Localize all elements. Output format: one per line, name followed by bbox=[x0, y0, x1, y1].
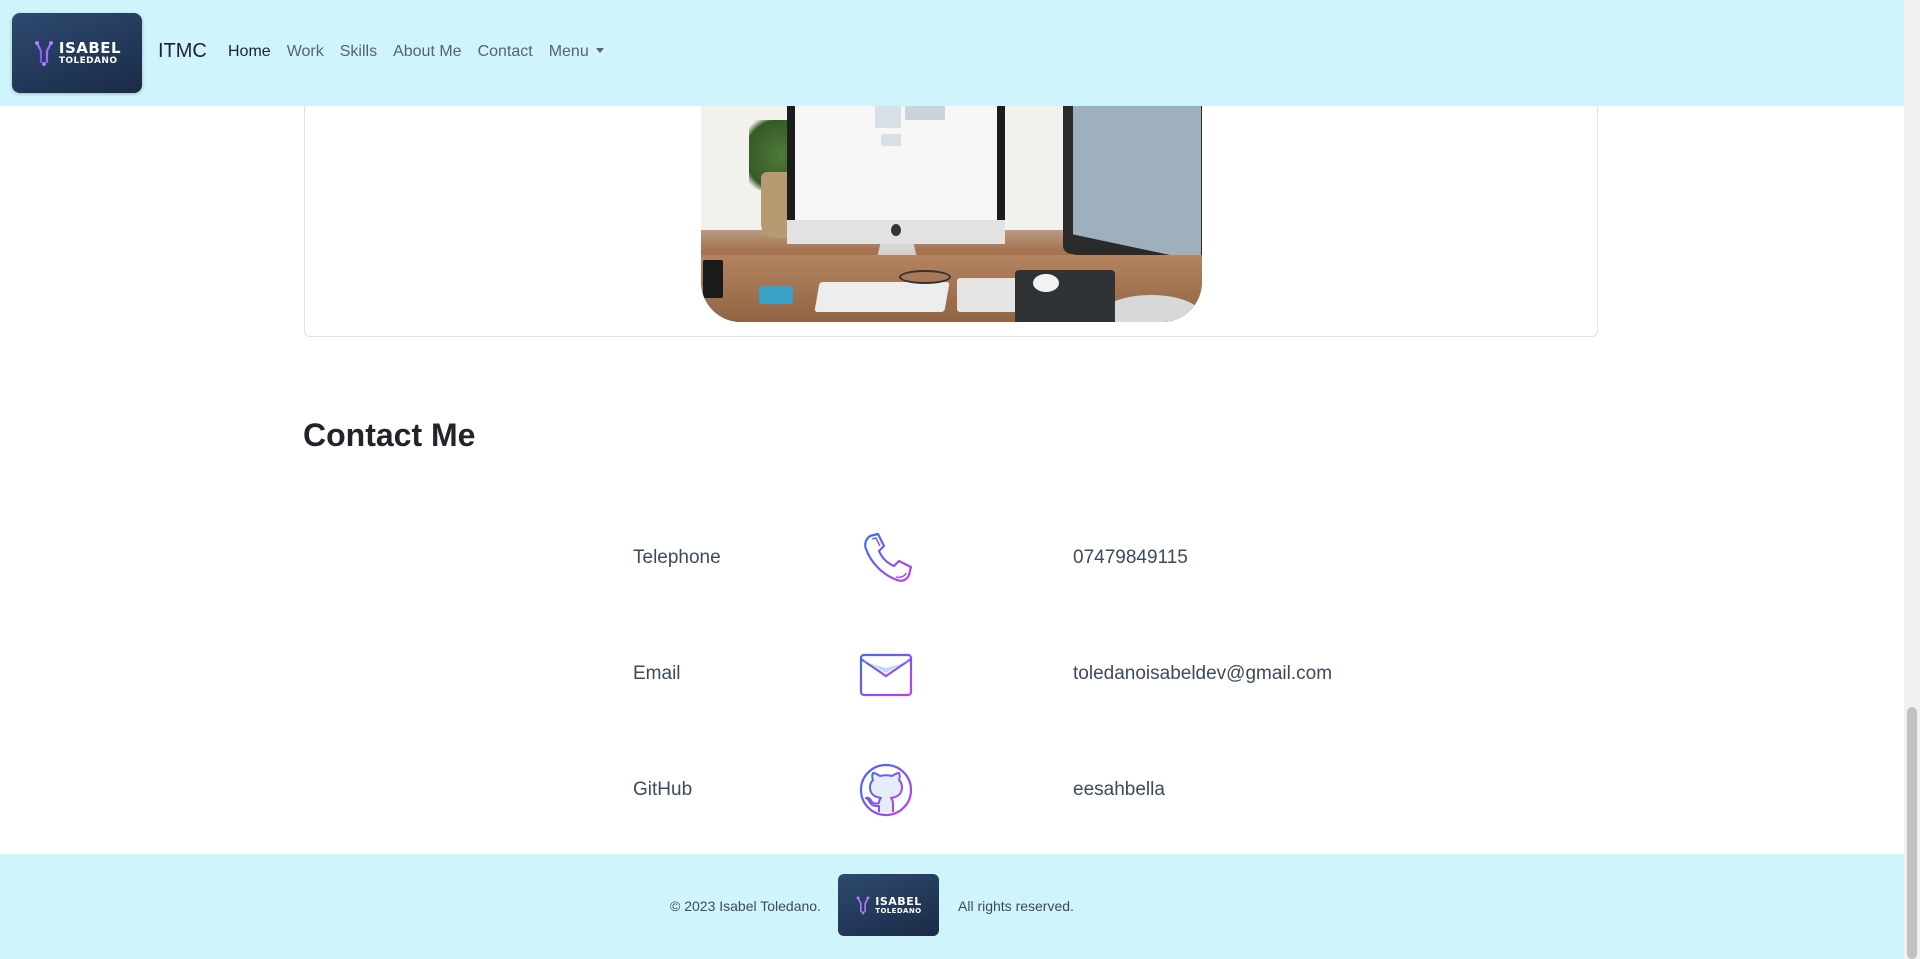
nav-dropdown-label: Menu bbox=[548, 43, 589, 60]
footer-logo-line2: TOLEDANO bbox=[875, 906, 922, 915]
nav-link-contact[interactable]: Contact bbox=[478, 43, 533, 61]
footer: © 2023 Isabel Toledano. ISABEL TOLEDANO … bbox=[0, 854, 1904, 959]
navbar: ISABEL TOLEDANO ITMC Home Work Skills Ab… bbox=[0, 0, 1904, 106]
contact-section-title: Contact Me bbox=[303, 417, 476, 453]
footer-logo-line1: ISABEL bbox=[875, 894, 922, 908]
contact-value-github[interactable]: eesahbella bbox=[1073, 779, 1165, 801]
nav-link-work[interactable]: Work bbox=[287, 43, 324, 61]
envelope-icon bbox=[859, 653, 913, 697]
footer-rights: All rights reserved. bbox=[958, 898, 1074, 914]
contact-label-github: GitHub bbox=[633, 779, 693, 800]
logo-line2: TOLEDANO bbox=[58, 55, 118, 66]
nav-link-home[interactable]: Home bbox=[228, 43, 271, 61]
footer-copyright: © 2023 Isabel Toledano. bbox=[670, 898, 821, 914]
contact-label-email: Email bbox=[633, 663, 681, 684]
scrollbar-thumb[interactable] bbox=[1907, 707, 1917, 959]
brand-name[interactable]: ITMC bbox=[158, 40, 207, 63]
logo-line1: ISABEL bbox=[58, 38, 122, 57]
caret-down-icon bbox=[595, 48, 604, 53]
contact-label-telephone: Telephone bbox=[633, 547, 721, 568]
footer-logo[interactable]: ISABEL TOLEDANO bbox=[838, 874, 939, 936]
nav-dropdown-menu[interactable]: Menu bbox=[549, 43, 604, 61]
nav-links: Home Work Skills About Me Contact Menu bbox=[228, 43, 620, 61]
contact-value-email[interactable]: toledanoisabeldev@gmail.com bbox=[1073, 663, 1332, 685]
contact-value-telephone[interactable]: 07479849115 bbox=[1073, 547, 1188, 569]
nav-link-skills[interactable]: Skills bbox=[340, 43, 377, 61]
contact-row-telephone: Telephone 07479849115 bbox=[0, 530, 1904, 590]
github-icon bbox=[859, 763, 913, 817]
brand-logo[interactable]: ISABEL TOLEDANO bbox=[12, 13, 142, 93]
nav-link-about-me[interactable]: About Me bbox=[393, 43, 461, 61]
page-scrollbar[interactable] bbox=[1904, 0, 1920, 959]
logo-mark-icon bbox=[34, 41, 53, 66]
logo-mark-icon bbox=[856, 896, 870, 915]
contact-row-github: GitHub eesahbella bbox=[0, 762, 1904, 822]
phone-icon bbox=[864, 532, 913, 582]
contact-row-email: Email toledanoisabeldev@gmail.com bbox=[0, 646, 1904, 706]
